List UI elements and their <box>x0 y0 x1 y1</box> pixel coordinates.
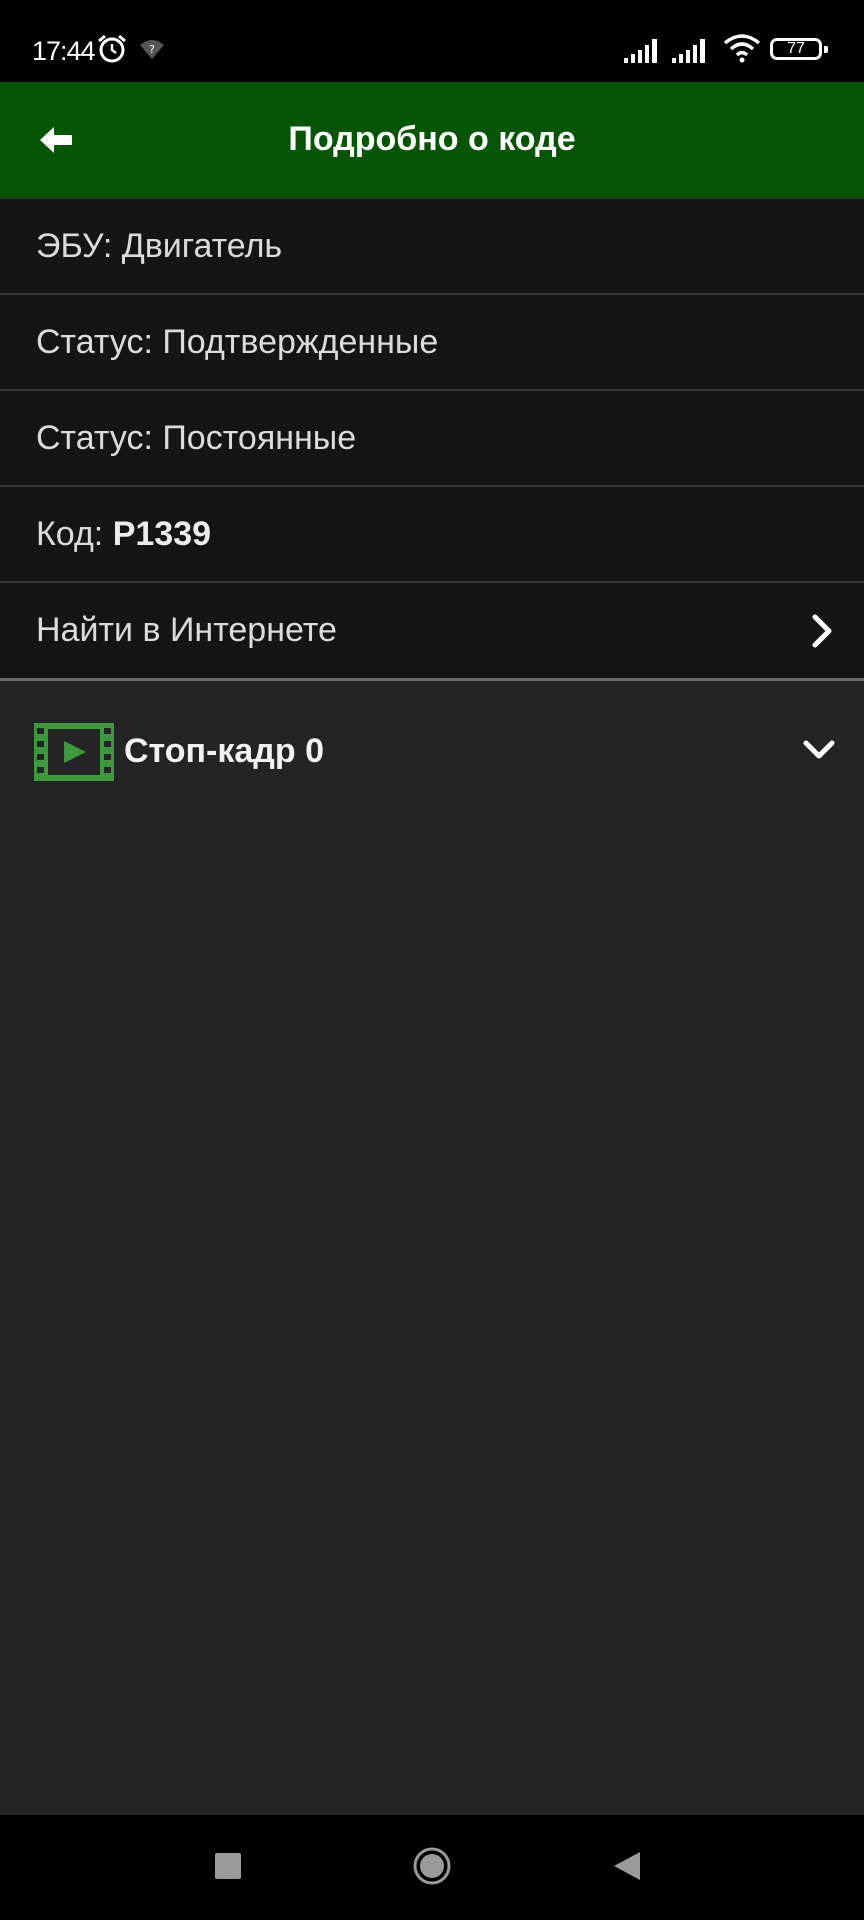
film-icon <box>34 723 114 786</box>
code-label: Код: <box>36 514 113 553</box>
wifi-unknown-icon: ? <box>138 38 166 65</box>
home-icon[interactable] <box>412 1846 452 1891</box>
back-icon[interactable] <box>612 1850 642 1887</box>
freeze-frame-expander[interactable]: Стоп-кадр 0 <box>0 690 864 812</box>
status-bar: 17:44 ? 77 <box>0 0 864 82</box>
code-value: P1339 <box>112 514 212 553</box>
battery-icon: 77 <box>770 38 828 60</box>
app-bar: Подробно о коде <box>0 82 864 199</box>
freeze-frame-label: Стоп-кадр 0 <box>124 732 325 770</box>
search-online-text: Найти в Интернете <box>36 611 337 649</box>
alarm-icon <box>96 33 128 70</box>
code-row: Код: P1339 <box>0 487 864 583</box>
system-nav-bar <box>0 1815 864 1920</box>
wifi-icon <box>722 33 762 68</box>
chevron-down-icon <box>802 738 836 767</box>
signal-icon <box>624 36 666 69</box>
signal-icon <box>672 36 714 69</box>
ecu-row: ЭБУ: Двигатель <box>0 199 864 295</box>
status-time: 17:44 <box>32 36 96 66</box>
status-permanent-text: Статус: Постоянные <box>36 418 357 457</box>
recents-icon[interactable] <box>214 1852 242 1885</box>
status-confirmed-row: Статус: Подтвержденные <box>0 295 864 391</box>
page-title: Подробно о коде <box>288 120 576 158</box>
status-confirmed-text: Статус: Подтвержденные <box>36 322 439 361</box>
chevron-right-icon <box>810 613 836 658</box>
search-online-row[interactable]: Найти в Интернете <box>0 583 864 681</box>
arrow-back-icon <box>40 127 72 153</box>
status-permanent-row: Статус: Постоянные <box>0 391 864 487</box>
svg-text:?: ? <box>149 43 155 56</box>
battery-level: 77 <box>787 40 805 57</box>
back-button[interactable] <box>28 112 84 168</box>
ecu-text: ЭБУ: Двигатель <box>36 226 283 265</box>
code-details-list: ЭБУ: Двигатель Статус: Подтвержденные Ст… <box>0 199 864 681</box>
